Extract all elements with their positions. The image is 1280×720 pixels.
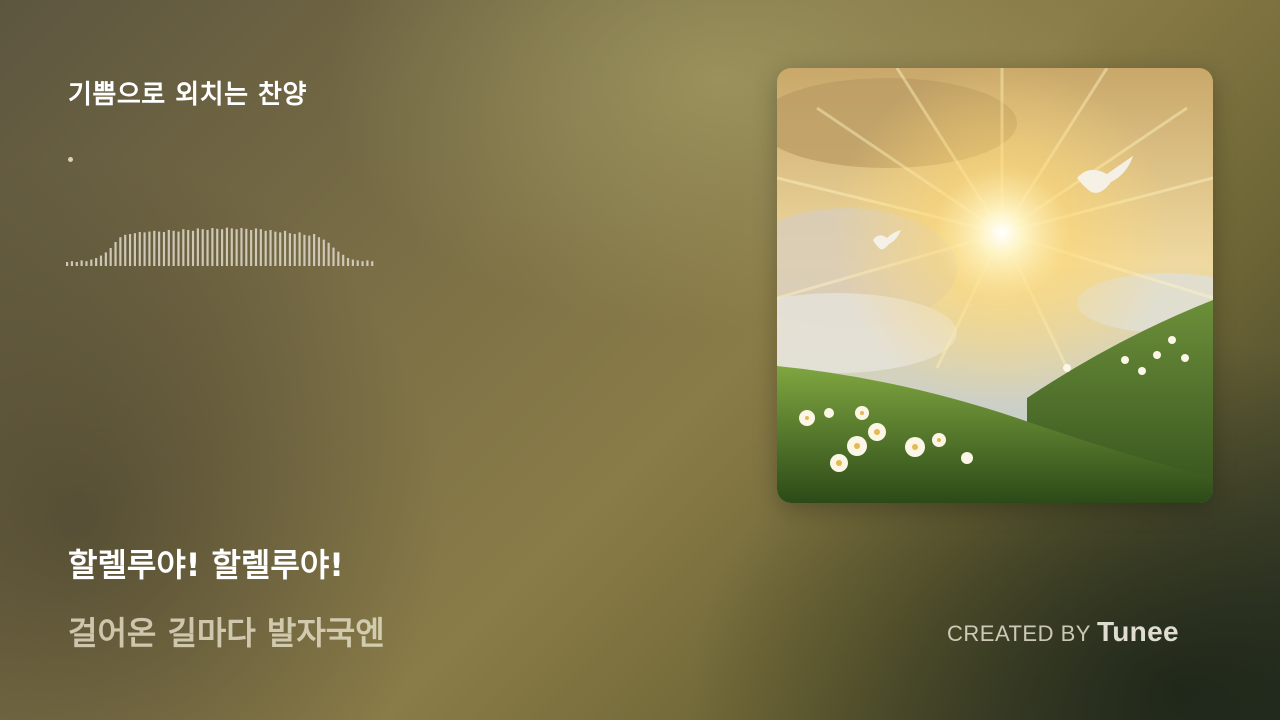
waveform-bar — [133, 233, 136, 266]
waveform-bar — [70, 261, 74, 266]
waveform-bar — [191, 230, 195, 266]
waveform-bar — [230, 228, 233, 266]
audio-waveform — [66, 227, 374, 266]
waveform-bar — [259, 229, 262, 266]
waveform-bar — [337, 251, 340, 266]
waveform-bar — [221, 229, 224, 266]
waveform-bar — [235, 229, 238, 266]
waveform-bar — [225, 227, 229, 266]
waveform-bar — [148, 231, 151, 266]
waveform-bar — [346, 258, 350, 266]
waveform-bar — [187, 230, 190, 266]
waveform-bar — [177, 231, 180, 266]
waveform-bar — [99, 255, 103, 266]
waveform-bar — [114, 242, 117, 266]
waveform-bar — [327, 242, 330, 266]
waveform-bar — [211, 228, 214, 266]
waveform-bar — [182, 229, 185, 266]
waveform-bar — [167, 230, 170, 266]
waveform-bar — [308, 235, 311, 266]
waveform-bar — [322, 239, 325, 266]
waveform-bar — [138, 232, 141, 266]
waveform-bar — [201, 229, 204, 266]
waveform-bar — [240, 228, 243, 266]
waveform-bar — [356, 260, 359, 266]
brand-logo-text: Tunee — [1096, 616, 1179, 647]
waveform-bar — [206, 230, 209, 266]
waveform-bar — [66, 262, 69, 266]
waveform-bar — [313, 234, 316, 266]
waveform-bar — [250, 230, 253, 266]
waveform-bar — [95, 258, 98, 266]
album-cover-art — [777, 68, 1213, 503]
lyric-current-line: 할렐루야! 할렐루야! — [68, 546, 344, 584]
waveform-bar — [90, 259, 93, 266]
waveform-bar — [264, 230, 267, 266]
waveform-bar — [80, 260, 83, 266]
waveform-bar — [303, 234, 306, 266]
waveform-bar — [269, 230, 272, 266]
waveform-bar — [158, 231, 161, 266]
album-cover — [777, 68, 1213, 503]
waveform-bar — [216, 228, 219, 266]
waveform-bar — [342, 254, 345, 266]
waveform-bar — [85, 261, 88, 266]
waveform-bar — [366, 260, 369, 266]
waveform-bar — [143, 232, 146, 266]
waveform-bar — [153, 230, 156, 266]
waveform-bar — [279, 232, 282, 266]
waveform-bar — [298, 232, 301, 266]
waveform-bar — [283, 230, 287, 266]
waveform-bar — [351, 259, 354, 266]
waveform-bar — [274, 231, 277, 266]
waveform-bar — [332, 247, 335, 266]
waveform-bar — [119, 237, 122, 266]
waveform-bar — [288, 233, 291, 266]
waveform-bar — [196, 228, 199, 266]
created-by-credit: CREATED BY Tunee — [947, 616, 1179, 648]
song-title: 기쁨으로 외치는 찬양 — [68, 80, 307, 110]
waveform-bar — [128, 234, 132, 266]
waveform-bar — [254, 228, 258, 266]
waveform-bar — [109, 248, 112, 266]
waveform-bar — [172, 230, 175, 266]
waveform-bar — [371, 261, 374, 266]
credit-prefix: CREATED BY — [947, 621, 1091, 646]
waveform-bar — [124, 234, 127, 266]
lyric-next-line: 걸어온 길마다 발자국엔 — [68, 614, 385, 652]
waveform-bar — [104, 252, 107, 266]
waveform-bar — [361, 261, 364, 266]
waveform-bar — [245, 228, 248, 266]
waveform-bar — [75, 262, 78, 266]
waveform-bar — [162, 232, 166, 266]
waveform-bar — [293, 234, 296, 266]
progress-dot — [68, 157, 73, 162]
waveform-bar — [317, 237, 321, 266]
